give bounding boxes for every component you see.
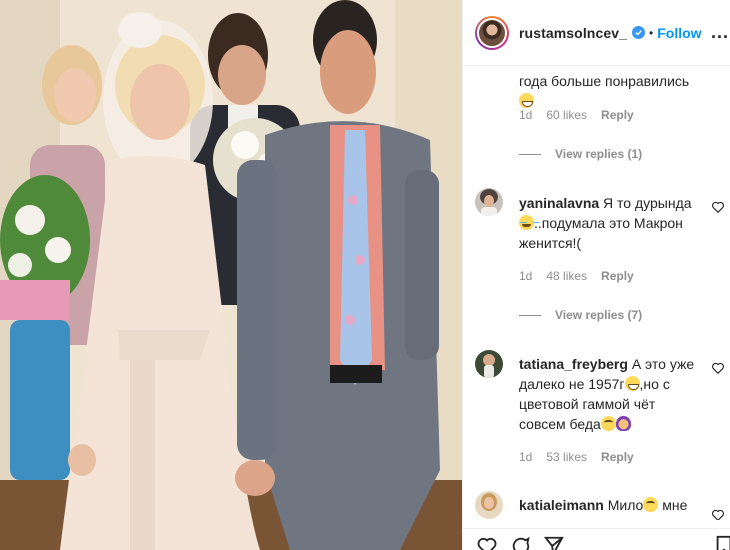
post-header: rustamsolncev_ • Follow ... xyxy=(463,0,730,66)
reply-button[interactable]: Reply xyxy=(601,269,634,283)
view-replies-button[interactable]: View replies (7) xyxy=(519,308,642,322)
more-options-icon[interactable]: ... xyxy=(711,22,729,43)
verified-badge-icon xyxy=(632,26,646,39)
commenter-username[interactable]: katialeimann xyxy=(519,497,604,513)
post-username[interactable]: rustamsolncev_ xyxy=(519,25,627,41)
commenter-username[interactable]: tatiana_freyberg xyxy=(519,356,628,372)
commenter-avatar[interactable] xyxy=(475,350,503,378)
comment-likes[interactable]: 48 likes xyxy=(546,269,587,283)
comment-meta: 1d 48 likes Reply xyxy=(519,269,634,283)
comment-body-continued: мне xyxy=(662,497,688,513)
comment-text: tatiana_freyberg А это уже далеко не 195… xyxy=(519,354,699,434)
wedding-photo-illustration xyxy=(0,0,462,550)
commenter-username[interactable]: yaninalavna xyxy=(519,195,599,211)
heart-icon[interactable] xyxy=(476,535,498,550)
comment-age: 1d xyxy=(519,269,533,283)
comment-text: года больше понравились xyxy=(519,71,699,111)
comment-age: 1d xyxy=(519,450,533,464)
tears-of-joy-emoji-icon xyxy=(519,215,534,230)
commenter-avatar[interactable] xyxy=(475,188,503,216)
reply-button[interactable]: Reply xyxy=(601,108,634,122)
post-side-panel: rustamsolncev_ • Follow ... года больше … xyxy=(462,0,730,550)
woman-gesturing-emoji-icon xyxy=(615,416,631,431)
comment-body-continued: ..подумала это Макрон женится!( xyxy=(519,215,683,251)
comment-meta: 1d 60 likes Reply xyxy=(519,108,634,122)
comment-body: года больше понравились xyxy=(519,73,690,89)
commenter-avatar[interactable] xyxy=(475,491,503,519)
comment-body: Мило xyxy=(607,497,644,513)
replies-divider xyxy=(519,314,541,316)
comment-body: Я то дурында xyxy=(603,195,692,211)
comment-age: 1d xyxy=(519,108,533,122)
heart-icon[interactable] xyxy=(711,361,725,375)
action-bar xyxy=(463,528,730,550)
view-replies-label: View replies (1) xyxy=(555,147,643,161)
comment-meta: 1d 53 likes Reply xyxy=(519,450,634,464)
avatar-image xyxy=(477,17,507,48)
comment-likes[interactable]: 53 likes xyxy=(546,450,587,464)
reply-button[interactable]: Reply xyxy=(601,450,634,464)
comment-likes[interactable]: 60 likes xyxy=(546,108,587,122)
view-replies-label: View replies (7) xyxy=(555,308,643,322)
replies-divider xyxy=(519,153,541,155)
heart-icon[interactable] xyxy=(711,200,725,214)
comment-text: katialeimann Мило мне xyxy=(519,495,699,515)
comments-list[interactable]: года больше понравились 1d 60 likes Repl… xyxy=(463,66,730,520)
header-separator: • xyxy=(649,25,654,40)
post-photo[interactable] xyxy=(0,0,462,550)
heart-icon[interactable] xyxy=(711,508,725,520)
comment-icon[interactable] xyxy=(510,535,532,550)
view-replies-button[interactable]: View replies (1) xyxy=(519,147,642,161)
follow-button[interactable]: Follow xyxy=(657,25,701,41)
grin-emoji-icon xyxy=(624,376,640,391)
comment-text: yaninalavna Я то дурында ..подумала это … xyxy=(519,193,699,253)
profile-avatar[interactable] xyxy=(475,15,509,50)
eye-roll-emoji-icon xyxy=(643,497,659,512)
grin-emoji-icon xyxy=(519,93,534,108)
eye-roll-emoji-icon xyxy=(600,416,616,431)
bookmark-icon[interactable] xyxy=(713,535,730,550)
share-icon[interactable] xyxy=(543,535,565,550)
